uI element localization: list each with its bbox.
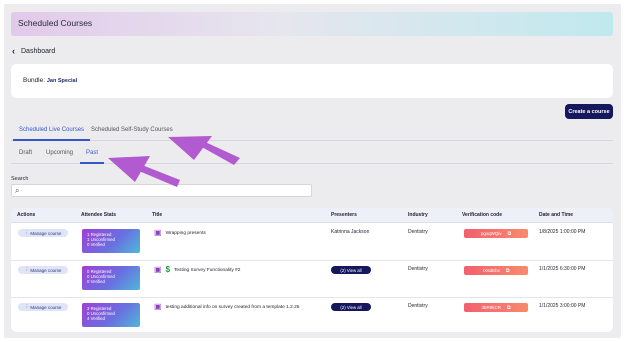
arrow-to-self-study-tab bbox=[168, 136, 240, 165]
annotation-arrows bbox=[108, 136, 240, 187]
arrow-to-past-tab bbox=[108, 156, 180, 187]
